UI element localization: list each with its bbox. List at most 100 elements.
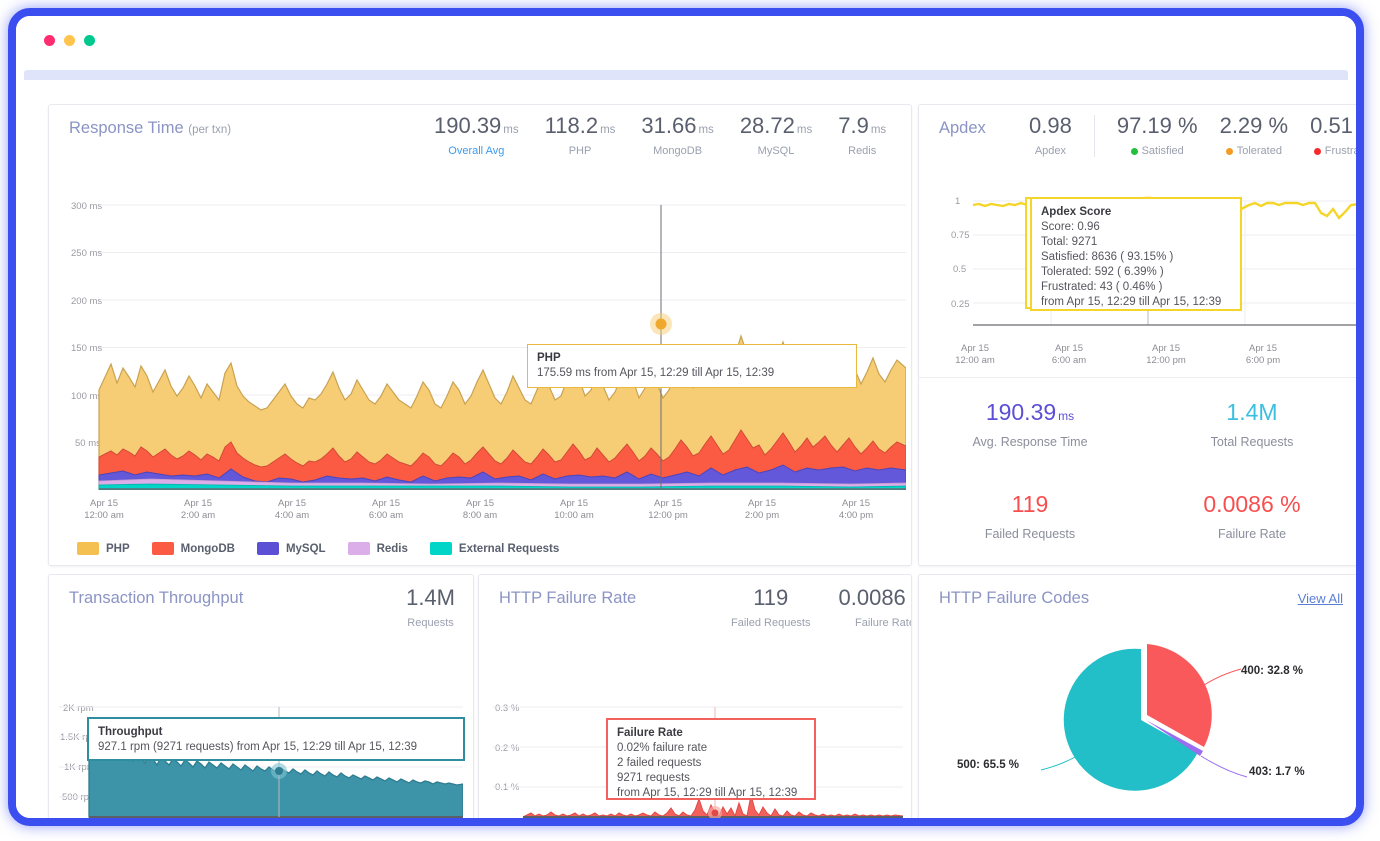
legend-label-mysql: MySQL [286, 543, 326, 555]
failure-codes-pie-chart[interactable] [1029, 625, 1259, 805]
tooltip-throughput-line1: 927.1 rpm (9271 requests) from Apr 15, 1… [98, 740, 454, 755]
tooltip-failure-rate-line2: 2 failed requests [617, 756, 805, 771]
apdex-xtick-0: Apr 1512:00 am [943, 343, 1007, 367]
rt-xtick-5: Apr 1510:00 am [543, 498, 605, 522]
panel-title-apdex: Apdex [939, 119, 986, 138]
stat-failure-rate-label: Failure Rate [1141, 527, 1363, 541]
panel-response-time: Response Time (per txn) 190.39ms Overall… [48, 104, 912, 566]
legend-item-mongodb[interactable]: MongoDB [152, 542, 235, 555]
rt-xtick-9: Apr 156:00 pm [905, 498, 912, 522]
pie-leader-500 [1041, 756, 1077, 770]
metric-tolerated-unit: % [1269, 113, 1289, 138]
stat-avg-response-time-label: Avg. Response Time [919, 435, 1141, 449]
response-time-subtitle-text: (per txn) [188, 124, 231, 136]
metric-satisfied-label-row: Satisfied [1117, 145, 1198, 157]
panel-transaction-throughput: Transaction Throughput 1.4M Requests 2K … [48, 574, 474, 820]
panel-http-failure-rate: HTTP Failure Rate 119 Failed Requests 0.… [478, 574, 912, 820]
response-time-legend: PHP MongoDB MySQL Redis External Request… [77, 542, 559, 555]
apdex-xtick-1: Apr 156:00 am [1037, 343, 1101, 367]
panel-title-response-time: Response Time (per txn) [69, 119, 231, 138]
legend-label-redis: Redis [377, 543, 408, 555]
metric-php-label: PHP [545, 145, 616, 157]
metric-failure-rate-label: Failure Rate [839, 617, 913, 629]
tooltip-apdex-line1: Score: 0.96 [1041, 220, 1231, 235]
tooltip-failure-rate: Failure Rate 0.02% failure rate 2 failed… [606, 718, 816, 800]
metric-redis: 7.9ms Redis [838, 115, 886, 157]
stat-avg-response-time-value: 190.39 [986, 399, 1056, 425]
browser-tabstrip [16, 64, 1356, 86]
pie-label-403: 403: 1.7 % [1249, 766, 1305, 778]
pie-label-500: 500: 65.5 % [957, 759, 1019, 771]
metric-redis-unit: ms [871, 124, 886, 136]
app-screenshot: Response Time (per txn) 190.39 ms Overall… [0, 0, 1380, 841]
response-time-chart[interactable] [71, 185, 906, 490]
tooltip-failure-rate-title: Failure Rate [617, 726, 805, 741]
panel-http-failure-codes: HTTP Failure Codes View All 400: 32.8 % … [918, 574, 1364, 820]
failure-rate-metrics: 119 Failed Requests 0.0086 % Failure Rat… [731, 587, 912, 629]
maximize-button-icon[interactable] [84, 35, 95, 46]
metric-overall-avg-label[interactable]: Overall Avg [434, 145, 519, 157]
metric-mongodb: 31.66ms MongoDB [641, 115, 713, 157]
metric-mongodb-value: 31.66 [641, 113, 696, 138]
close-button-icon[interactable] [44, 35, 55, 46]
pie-leader-403 [1201, 756, 1247, 777]
rt-xtick-4: Apr 158:00 am [449, 498, 511, 522]
metric-apdex-label: Apdex [1029, 145, 1072, 157]
response-time-metrics: 190.39ms Overall Avg 118.2ms PHP 31.66ms… [434, 115, 912, 157]
view-all-link[interactable]: View All [1298, 591, 1343, 606]
stat-total-requests-label: Total Requests [1141, 435, 1363, 449]
dashboard-canvas: Response Time (per txn) 190.39 ms Overall… [16, 86, 1356, 818]
metric-mongodb-label: MongoDB [641, 145, 713, 157]
stat-total-requests: 1.4M Total Requests [1141, 401, 1363, 449]
stat-avg-response-time: 190.39ms Avg. Response Time [919, 401, 1141, 449]
throughput-title-text: Transaction Throughput [69, 589, 243, 607]
metric-tolerated: 2.29 % Tolerated [1220, 115, 1289, 157]
minimize-button-icon[interactable] [64, 35, 75, 46]
tooltip-throughput: Throughput 927.1 rpm (9271 requests) fro… [87, 717, 465, 761]
stat-failed-requests: 119 Failed Requests [919, 493, 1141, 541]
legend-item-mysql[interactable]: MySQL [257, 542, 326, 555]
tooltip-throughput-title: Throughput [98, 725, 454, 740]
metric-mongodb-unit: ms [698, 124, 713, 136]
tooltip-apdex-line4: Tolerated: 592 ( 6.39% ) [1041, 265, 1231, 280]
window-controls[interactable] [44, 35, 95, 46]
apdex-xtick-3: Apr 156:00 pm [1231, 343, 1295, 367]
stat-failed-requests-value: 119 [1012, 491, 1049, 517]
panel-title-failure-rate: HTTP Failure Rate [499, 589, 636, 608]
tooltip-failure-rate-line1: 0.02% failure rate [617, 741, 805, 756]
tabstrip-bar [24, 70, 1348, 80]
metric-frustrated-unit: % [1359, 113, 1364, 138]
rt-xtick-2: Apr 154:00 am [261, 498, 323, 522]
window-titlebar [16, 16, 1356, 64]
metric-satisfied-label: Satisfied [1142, 145, 1184, 157]
legend-item-php[interactable]: PHP [77, 542, 130, 555]
legend-swatch-mongodb [152, 542, 174, 555]
legend-label-external: External Requests [459, 543, 559, 555]
tooltip-response-time-title: PHP [537, 351, 847, 366]
metric-mysql-value: 28.72 [740, 113, 795, 138]
tooltip-apdex-line5: Frustrated: 43 ( 0.46% ) [1041, 280, 1231, 295]
legend-swatch-external [430, 542, 452, 555]
apdex-summary-divider [919, 377, 1363, 378]
tooltip-response-time: PHP 175.59 ms from Apr 15, 12:29 till Ap… [527, 344, 857, 388]
tooltip-failure-rate-line4: from Apr 15, 12:29 till Apr 15, 12:39 [617, 786, 805, 801]
tolerated-status-dot-icon [1226, 148, 1233, 155]
pie-label-400: 400: 32.8 % [1241, 665, 1303, 677]
metric-frustrated-label: Frustrated [1325, 145, 1364, 157]
apdex-metrics: 0.98 Apdex 97.19 % Satisfied 2.29 % Tole… [1029, 115, 1364, 157]
failure-codes-title-text: HTTP Failure Codes [939, 589, 1089, 607]
rt-xtick-8: Apr 154:00 pm [825, 498, 887, 522]
tp-hover-point [275, 767, 283, 775]
tooltip-apdex-box: Apdex Score Score: 0.96 Total: 9271 Sati… [1030, 197, 1242, 311]
metric-throughput-label: Requests [406, 617, 455, 629]
metric-redis-value: 7.9 [838, 113, 869, 138]
summary-stats: 190.39ms Avg. Response Time 1.4M Total R… [919, 401, 1363, 541]
metric-failure-rate: 0.0086 % Failure Rate [839, 587, 913, 629]
metric-php-value: 118.2 [545, 113, 598, 138]
rt-hover-point [656, 319, 667, 330]
legend-item-redis[interactable]: Redis [348, 542, 408, 555]
tooltip-response-time-line1: 175.59 ms from Apr 15, 12:29 till Apr 15… [537, 366, 847, 381]
metric-apdex-value: 0.98 [1029, 115, 1072, 137]
legend-item-external-requests[interactable]: External Requests [430, 542, 559, 555]
metric-tolerated-label-row: Tolerated [1220, 145, 1289, 157]
